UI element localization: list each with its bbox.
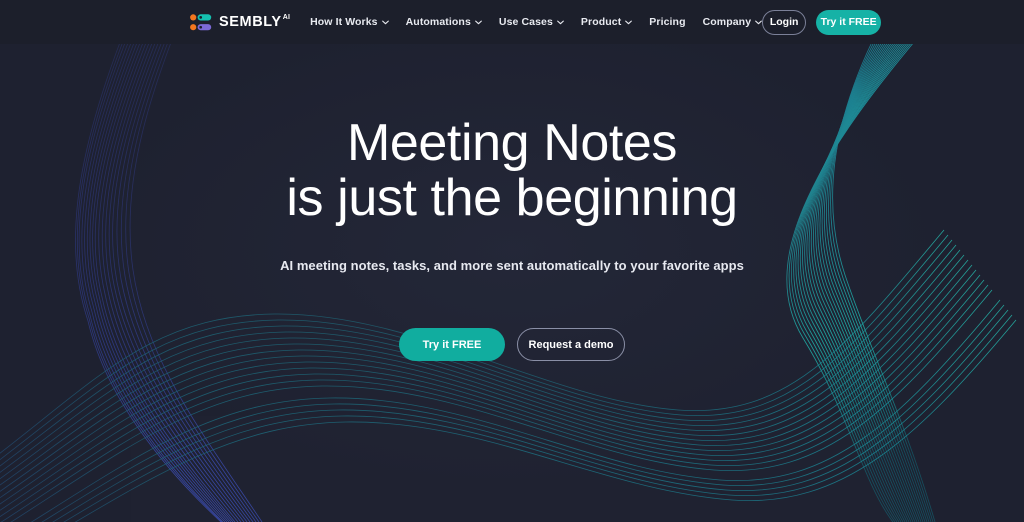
nav-item-label: Product <box>580 16 622 28</box>
chevron-down-icon <box>625 20 633 24</box>
chevron-down-icon <box>557 20 564 24</box>
nav-links: How It Works Automations Use Cases Produ… <box>310 16 763 28</box>
sembly-dots-logo-icon <box>190 13 212 30</box>
brand-wordmark: SEMBLY AI <box>219 13 291 30</box>
nav-item-label: Automations <box>405 16 471 28</box>
hero-title-line-2: is just the beginning <box>286 169 738 228</box>
brand-superscript: AI <box>282 13 291 21</box>
nav-item-how-it-works[interactable]: How It Works <box>310 16 389 28</box>
chevron-down-icon <box>381 20 389 24</box>
nav-item-use-cases[interactable]: Use Cases <box>499 16 564 28</box>
brand-name: SEMBLY <box>219 13 282 30</box>
page-root: SEMBLY AI How It Works Automations Use C… <box>0 0 1024 522</box>
chevron-down-icon <box>475 20 482 24</box>
nav-item-automations[interactable]: Automations <box>406 16 482 28</box>
hero-title: Meeting Notes is just the beginning <box>0 114 1024 228</box>
nav-item-pricing[interactable]: Pricing <box>649 16 685 28</box>
top-navigation-bar: SEMBLY AI How It Works Automations Use C… <box>0 0 1024 44</box>
hero-section: Meeting Notes is just the beginning AI m… <box>0 44 1024 362</box>
hero-title-line-1: Meeting Notes <box>346 114 678 172</box>
chevron-down-icon <box>755 20 763 24</box>
hero-subtitle: AI meeting notes, tasks, and more sent a… <box>280 258 744 274</box>
nav-item-label: Company <box>702 16 752 28</box>
try-it-free-hero-button[interactable]: Try it FREE <box>399 328 505 362</box>
background-bottom-panel <box>131 416 894 522</box>
brand-logo-link[interactable]: SEMBLY AI <box>190 14 290 31</box>
try-it-free-nav-button[interactable]: Try it FREE <box>816 9 882 35</box>
nav-item-company[interactable]: Company <box>703 16 763 28</box>
nav-item-label: How It Works <box>310 16 378 28</box>
nav-actions: Login Try it FREE <box>762 9 882 35</box>
nav-item-label: Pricing <box>649 16 686 28</box>
login-button[interactable]: Login <box>762 9 807 35</box>
nav-item-label: Use Cases <box>498 16 553 28</box>
request-a-demo-button[interactable]: Request a demo <box>517 328 625 362</box>
nav-item-product[interactable]: Product <box>580 16 633 28</box>
hero-cta-group: Try it FREE Request a demo <box>0 328 1024 362</box>
